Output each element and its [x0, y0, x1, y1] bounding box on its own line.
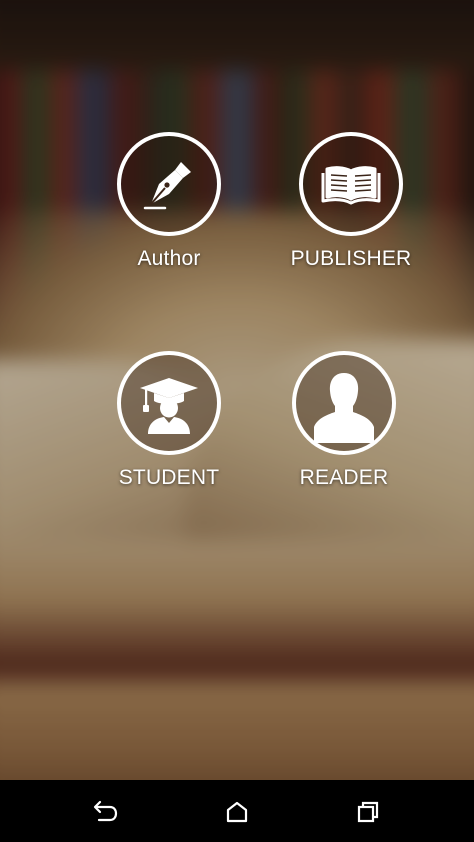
role-selection-screen: Author PUBLISHER STUDENT READER [0, 0, 474, 842]
home-button[interactable] [223, 798, 251, 826]
publisher-label: PUBLISHER [290, 247, 412, 270]
graduate-icon [140, 378, 198, 434]
open-book-icon [321, 166, 381, 205]
publisher-circle[interactable] [299, 132, 403, 236]
reader-role-button[interactable]: READER [264, 351, 424, 490]
fountain-pen-icon [143, 162, 191, 210]
author-role-button[interactable]: Author [89, 132, 249, 271]
recents-icon [357, 801, 379, 823]
back-button[interactable] [91, 798, 119, 826]
author-label: Author [137, 247, 201, 270]
home-icon [226, 801, 248, 823]
student-label: STUDENT [118, 466, 220, 489]
recents-button[interactable] [354, 798, 382, 826]
reader-label: READER [299, 466, 389, 489]
reader-circle[interactable] [292, 351, 396, 455]
student-circle[interactable] [117, 351, 221, 455]
person-silhouette-icon [314, 373, 374, 443]
author-circle[interactable] [117, 132, 221, 236]
back-icon [93, 800, 118, 822]
system-navigation-bar [0, 780, 474, 842]
publisher-role-button[interactable]: PUBLISHER [271, 132, 431, 271]
student-role-button[interactable]: STUDENT [89, 351, 249, 490]
